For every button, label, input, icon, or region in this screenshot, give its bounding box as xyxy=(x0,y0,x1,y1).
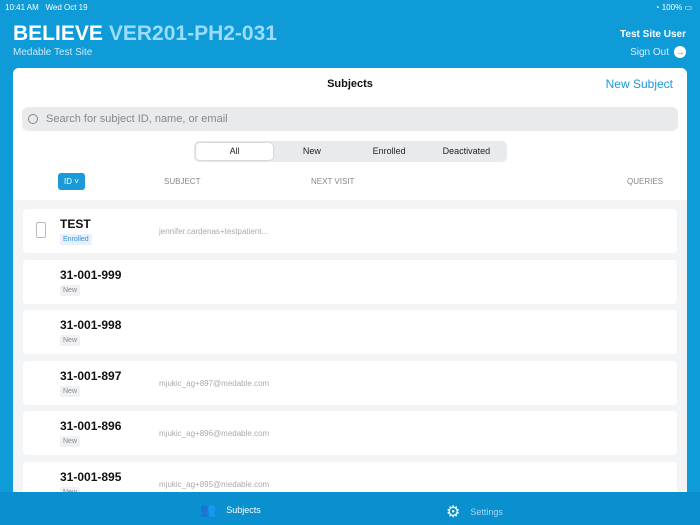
page-title: BELIEVE VER201-PH2-031 xyxy=(13,22,277,46)
sign-out-label: Sign Out xyxy=(630,46,669,58)
new-subject-button[interactable]: New Subject xyxy=(606,77,673,91)
filter-all[interactable]: All xyxy=(196,143,274,160)
status-badge: New xyxy=(60,335,81,346)
table-row[interactable]: 31-001-896 New mjukic_ag+896@medable.com xyxy=(23,411,677,455)
subject-id: 31-001-897 xyxy=(60,368,122,383)
search-input[interactable]: Search for subject ID, name, or email xyxy=(22,107,678,131)
tab-settings-label: Settings xyxy=(470,507,503,517)
status-badge: Enrolled xyxy=(60,234,92,245)
filter-new[interactable]: New xyxy=(273,143,350,160)
table-row[interactable]: 31-001-998 New xyxy=(23,310,677,354)
subject-id: 31-001-998 xyxy=(60,318,122,332)
sort-id-button[interactable]: ID ˅ xyxy=(58,173,85,190)
status-badge: New xyxy=(60,436,81,447)
column-next-visit: NEXT VISIT xyxy=(311,177,355,186)
column-queries: QUERIES xyxy=(626,177,663,186)
chevron-down-icon: ˅ xyxy=(74,177,79,186)
subject-id: 31-001-895 xyxy=(60,469,122,484)
panel-title: Subjects xyxy=(327,78,373,90)
subject-list: TEST Enrolled jennifer.cardenas+testpatien… xyxy=(23,209,677,492)
device-icon xyxy=(36,222,46,238)
date: Wed Oct 19 xyxy=(45,3,88,12)
people-icon: 👥 xyxy=(200,502,217,517)
search-icon xyxy=(28,114,38,124)
study-code: VER201-PH2-031 xyxy=(108,22,277,45)
table-row[interactable]: 31-001-999 New xyxy=(23,259,677,304)
user-name: Test Site User xyxy=(620,29,686,40)
status-filter: All New Enrolled Deactivated xyxy=(194,141,507,162)
tab-settings[interactable]: ⚙ Settings xyxy=(446,502,503,522)
battery-level: 100% xyxy=(661,3,683,12)
search-placeholder: Search for subject ID, name, or email xyxy=(46,113,228,125)
status-badge: New xyxy=(60,284,81,296)
gear-icon: ⚙ xyxy=(446,504,461,521)
subject-id: TEST xyxy=(60,217,91,231)
subjects-panel: Subjects New Subject Search for subject … xyxy=(13,68,687,492)
table-row[interactable]: 31-001-897 New mjukic_ag+897@medable.com xyxy=(23,360,677,405)
arrow-right-icon: → xyxy=(674,46,686,58)
subject-email: mjukic_ag+895@medable.com xyxy=(159,479,270,489)
table-row[interactable]: TEST Enrolled jennifer.cardenas+testpatien… xyxy=(23,209,677,253)
subject-email: mjukic_ag+897@medable.com xyxy=(159,378,270,388)
sort-label: ID xyxy=(64,177,73,186)
filter-enrolled[interactable]: Enrolled xyxy=(351,143,428,160)
subject-id: 31-001-999 xyxy=(60,267,122,282)
subject-email: mjukic_ag+896@medable.com xyxy=(159,429,270,438)
site-name: Medable Test Site xyxy=(13,47,93,58)
tab-subjects-label: Subjects xyxy=(226,505,261,515)
study-name: BELIEVE xyxy=(13,22,103,45)
subject-email: jennifer.cardenas+testpatient... xyxy=(159,227,269,236)
wifi-icon: ◔ xyxy=(654,3,660,12)
table-row[interactable]: 31-001-895 New mjukic_ag+895@medable.com xyxy=(23,461,677,492)
battery-icon: ▭ xyxy=(684,3,692,12)
tab-bar: 👥 Subjects ⚙ Settings xyxy=(0,492,700,525)
sign-out-button[interactable]: Sign Out → xyxy=(630,46,686,58)
tab-subjects[interactable]: 👥 Subjects xyxy=(200,502,261,518)
status-badge: New xyxy=(60,385,81,397)
column-subject: SUBJECT xyxy=(164,177,201,186)
subject-id: 31-001-896 xyxy=(60,419,122,433)
time: 10:41 AM xyxy=(5,3,39,12)
status-bar: 10:41 AM Wed Oct 19 ◔ 100% ▭ xyxy=(5,3,692,12)
filter-deactivated[interactable]: Deactivated xyxy=(428,143,505,160)
